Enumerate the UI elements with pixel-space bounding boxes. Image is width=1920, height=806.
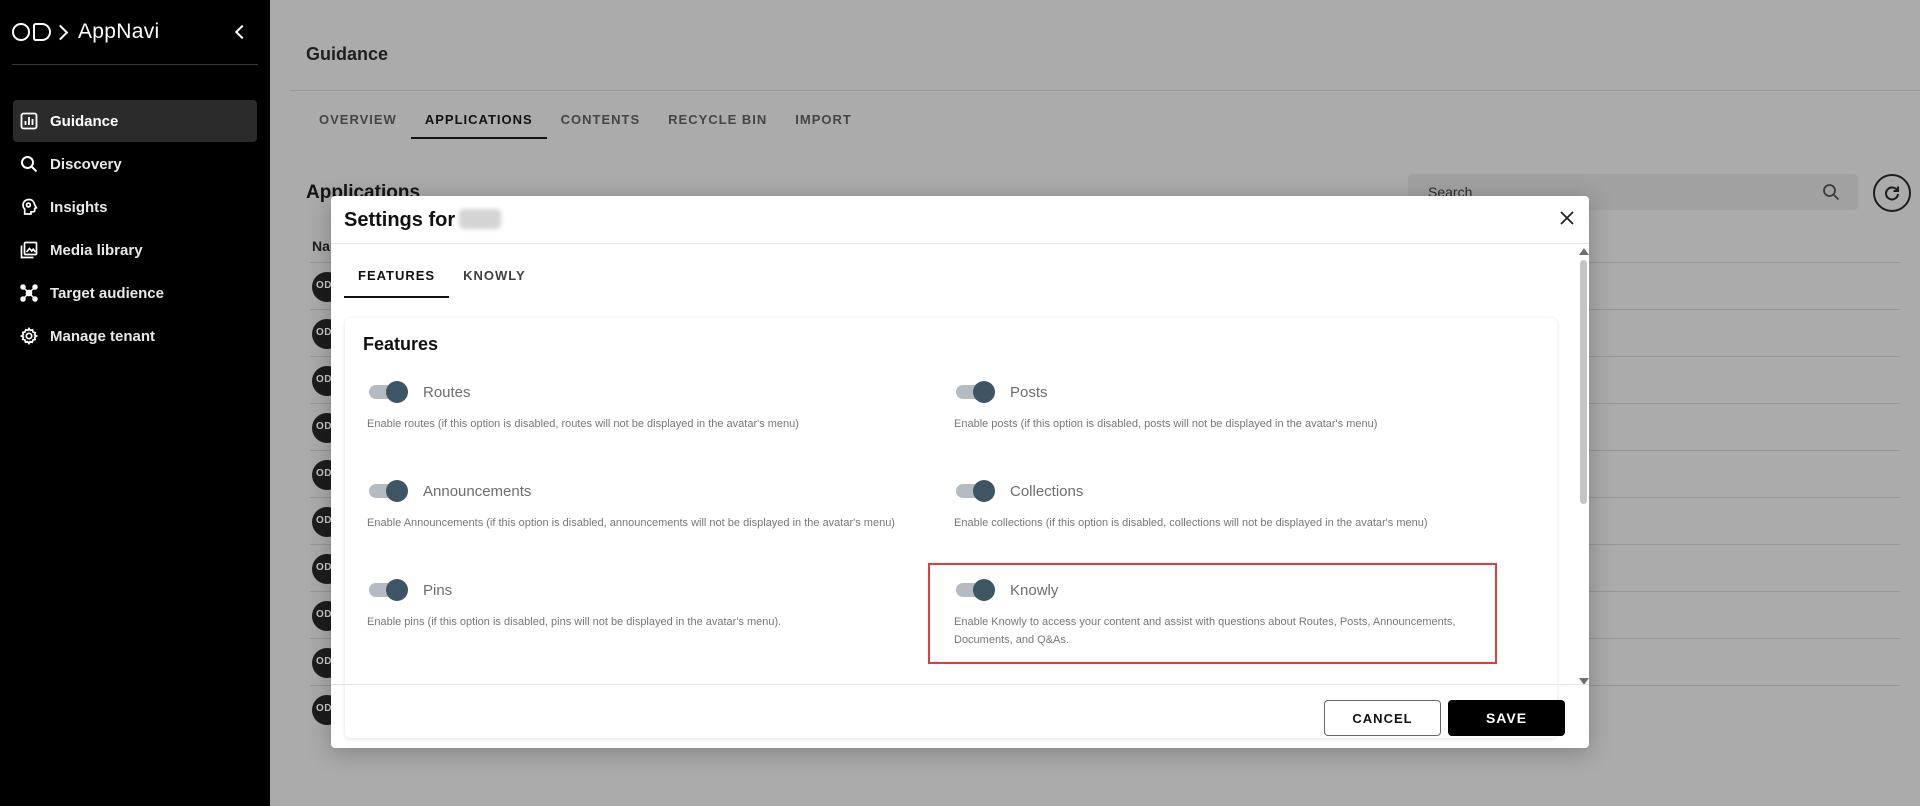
- feature-pins: Pins Enable pins (if this option is disa…: [363, 578, 943, 631]
- feature-label: Routes: [423, 383, 471, 401]
- sidebar-item-guidance[interactable]: Guidance: [13, 100, 257, 142]
- page-title: Guidance: [306, 44, 389, 64]
- network-icon: [20, 284, 38, 302]
- sidebar-item-label: Media library: [50, 241, 143, 259]
- close-icon[interactable]: [1557, 208, 1577, 228]
- collapse-sidebar-icon[interactable]: [231, 23, 249, 41]
- feature-routes: Routes Enable routes (if this option is …: [363, 380, 943, 433]
- feature-posts: Posts Enable posts (if this option is di…: [950, 380, 1530, 433]
- collections-toggle[interactable]: [956, 480, 995, 502]
- tab-overview[interactable]: OVERVIEW: [305, 108, 411, 139]
- save-button[interactable]: SAVE: [1448, 700, 1565, 736]
- sidebar-item-manage-tenant[interactable]: Manage tenant: [13, 315, 257, 357]
- posts-toggle[interactable]: [956, 381, 995, 403]
- feature-label: Announcements: [423, 482, 532, 500]
- sidebar-item-label: Target audience: [50, 284, 164, 302]
- sidebar-item-label: Manage tenant: [50, 327, 156, 345]
- main-tabs: OVERVIEW APPLICATIONS CONTENTS RECYCLE B…: [305, 108, 866, 139]
- scroll-thumb[interactable]: [1580, 260, 1587, 504]
- refresh-button[interactable]: [1873, 174, 1911, 212]
- features-title: Features: [363, 334, 439, 354]
- cancel-button[interactable]: CANCEL: [1324, 700, 1441, 736]
- header-divider: [290, 90, 1920, 91]
- modal-title-text: Settings for: [344, 209, 456, 231]
- feature-label: Posts: [1010, 383, 1048, 401]
- tab-knowly[interactable]: KNOWLY: [449, 262, 540, 298]
- appnavi-logo-icon: [12, 23, 69, 41]
- feature-collections: Collections Enable collections (if this …: [950, 479, 1530, 532]
- feature-label: Pins: [423, 581, 453, 599]
- routes-toggle[interactable]: [369, 381, 408, 403]
- sidebar-item-label: Guidance: [50, 112, 119, 130]
- search-icon: [21, 156, 38, 173]
- feature-label: Collections: [1010, 482, 1084, 500]
- pins-toggle[interactable]: [369, 579, 408, 601]
- features-card: Features Routes Enable routes (if this o…: [345, 318, 1557, 738]
- refresh-icon: [1885, 186, 1899, 201]
- sidebar-item-discovery[interactable]: Discovery: [13, 143, 257, 185]
- sidebar-item-target-audience[interactable]: Target audience: [13, 272, 257, 314]
- feature-description: Enable Announcements (if this option is …: [367, 517, 895, 529]
- feature-description: Enable Knowly to access your content and…: [954, 616, 1456, 646]
- modal-scrollbar[interactable]: [1579, 248, 1589, 685]
- sidebar-item-media-library[interactable]: Media library: [13, 229, 257, 271]
- app-name: AppNavi: [78, 20, 160, 43]
- feature-description: Enable collections (if this option is di…: [954, 517, 1428, 529]
- sidebar-item-insights[interactable]: Insights: [13, 186, 257, 228]
- redacted-app-name: [459, 209, 502, 229]
- sidebar-divider: [12, 64, 258, 65]
- image-library-icon: [20, 241, 38, 259]
- tab-import[interactable]: IMPORT: [781, 108, 866, 139]
- tab-contents[interactable]: CONTENTS: [547, 108, 655, 139]
- scroll-up-arrow-icon[interactable]: [1579, 248, 1589, 255]
- tab-features[interactable]: FEATURES: [344, 262, 450, 298]
- modal-footer: CANCEL SAVE: [331, 684, 1589, 748]
- sidebar-item-label: Discovery: [50, 155, 122, 173]
- chart-icon: [20, 112, 38, 130]
- gear-icon: [20, 327, 38, 345]
- app-logo: AppNavi: [12, 14, 257, 50]
- knowly-toggle[interactable]: [956, 579, 995, 601]
- modal-header: Settings for: [331, 196, 1589, 244]
- tab-applications[interactable]: APPLICATIONS: [410, 108, 547, 139]
- settings-modal: Settings for FEATURES KNOWLY Features Ro…: [331, 196, 1589, 748]
- brain-icon: [22, 198, 38, 215]
- feature-description: Enable pins (if this option is disabled,…: [367, 616, 782, 628]
- announcements-toggle[interactable]: [369, 480, 408, 502]
- sidebar-nav: Guidance Discovery Insights Media librar…: [13, 100, 257, 358]
- search-icon[interactable]: [1822, 183, 1840, 201]
- feature-knowly: Knowly Enable Knowly to access your cont…: [950, 578, 1495, 649]
- feature-announcements: Announcements Enable Announcements (if t…: [363, 479, 943, 532]
- tab-recycle-bin[interactable]: RECYCLE BIN: [654, 108, 781, 139]
- modal-tabs: FEATURES KNOWLY: [344, 262, 540, 298]
- feature-description: Enable routes (if this option is disable…: [367, 418, 799, 430]
- feature-label: Knowly: [1010, 581, 1059, 599]
- modal-title: Settings for: [344, 209, 502, 232]
- sidebar-item-label: Insights: [50, 198, 108, 216]
- feature-description: Enable posts (if this option is disabled…: [954, 418, 1378, 430]
- sidebar: AppNavi Guidance Discovery Insights Medi…: [0, 0, 270, 806]
